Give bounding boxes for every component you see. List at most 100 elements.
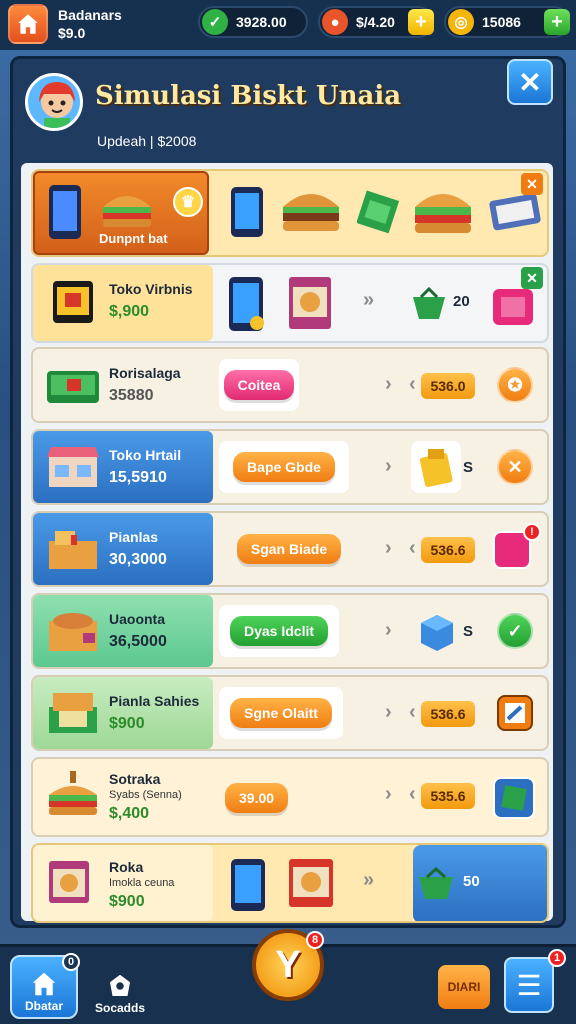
item-card: Uaoonta 36,5000 bbox=[33, 595, 213, 667]
sub-sandwich-icon bbox=[415, 194, 471, 233]
business-list: ♛ Dunpnt bat ✕ Toko Virbnis $,900 » 20 ✕ bbox=[21, 163, 553, 923]
list-item[interactable]: Roka Imokla ceuna $900 » 50 bbox=[31, 843, 549, 923]
top-hud: Badanars $9.0 ✓ 3928.00 ● $/4.20 + ◎ 150… bbox=[0, 0, 576, 50]
item-price: $900 bbox=[109, 893, 145, 910]
resource-cash-value: 3928.00 bbox=[236, 14, 287, 30]
close-icon[interactable]: ✕ bbox=[521, 267, 543, 289]
list-item[interactable]: ♛ Dunpnt bat ✕ bbox=[31, 169, 549, 257]
wrench-icon[interactable] bbox=[497, 695, 533, 731]
collect-button[interactable]: Coitea bbox=[223, 370, 295, 400]
crown-icon: ♛ bbox=[173, 187, 203, 217]
list-item[interactable]: Toko Hrtail 15,5910 Bape Gbde › S ✕ bbox=[31, 429, 549, 505]
list-item[interactable]: Rorisalaga 35880 Coitea › ‹ 536.0 ✪ bbox=[31, 347, 549, 423]
crate-icon[interactable] bbox=[493, 777, 535, 819]
item-card: Roka Imokla ceuna $900 bbox=[33, 845, 213, 921]
chevron-right-icon: › bbox=[385, 619, 392, 641]
home-badge: 0 bbox=[62, 953, 80, 971]
shop-icon bbox=[53, 281, 93, 323]
nav-social-label: Socadds bbox=[94, 1001, 145, 1015]
action-box: Sgan Biade bbox=[219, 523, 359, 575]
chevron-right-icon: » bbox=[363, 289, 375, 311]
resource-coins-value: 15086 bbox=[482, 14, 521, 30]
item-price: $,400 bbox=[109, 805, 150, 822]
chevron-right-icon: › bbox=[385, 783, 392, 805]
sandwich-icon bbox=[103, 196, 151, 227]
cube-icon bbox=[421, 615, 453, 651]
home-icon bbox=[32, 972, 56, 996]
shop-panel: Simulasi Biskt Unaia Updeah | $2008 ✕ ♛ … bbox=[10, 56, 566, 928]
crate-icon bbox=[49, 531, 97, 569]
list-item[interactable]: Pianla Sahies $900 Sgne Olaitt › ‹ 536.6 bbox=[31, 675, 549, 751]
item-card: Toko Virbnis $,900 bbox=[33, 265, 213, 341]
home-icon[interactable] bbox=[8, 4, 48, 44]
player-name: Badanars bbox=[58, 7, 122, 23]
panel-subtitle: Updeah | $2008 bbox=[97, 133, 197, 149]
list-item[interactable]: Sotraka Syabs (Senna) $,400 39.00 › ‹ 53… bbox=[31, 757, 549, 837]
add-energy-button[interactable]: + bbox=[408, 9, 434, 35]
shop-button[interactable]: DIARI bbox=[438, 965, 490, 1009]
close-button[interactable]: ✕ bbox=[507, 59, 553, 105]
nav-home-label: Dbatar bbox=[24, 999, 63, 1013]
upgrade-button[interactable]: Sgan Biade bbox=[236, 534, 342, 564]
upgrade-button[interactable]: Sgne Olaitt bbox=[230, 698, 332, 728]
buy-button[interactable]: Dyas Idclit bbox=[229, 616, 329, 646]
gift-box-icon[interactable] bbox=[491, 283, 535, 327]
item-subtitle: Imokla ceuna bbox=[109, 877, 175, 889]
chevron-right-icon: › bbox=[385, 701, 392, 723]
item-count: 20 bbox=[453, 293, 470, 310]
item-price: $900 bbox=[109, 715, 145, 732]
upgrade-button[interactable]: Bape Gbde bbox=[233, 452, 335, 482]
collect-panel[interactable]: 50 bbox=[413, 845, 547, 921]
item-card: Sotraka Syabs (Senna) $,400 bbox=[33, 759, 213, 835]
cash-stack-icon bbox=[357, 190, 399, 234]
close-icon[interactable]: ✕ bbox=[521, 173, 543, 195]
nav-social[interactable]: Socadds bbox=[86, 955, 154, 1019]
item-name: Sotraka bbox=[109, 771, 161, 787]
menu-icon[interactable]: ☰ bbox=[504, 957, 554, 1013]
menu-badge: 1 bbox=[548, 949, 566, 967]
item-count: S bbox=[463, 623, 474, 640]
price-tag: 536.6 bbox=[421, 701, 475, 727]
cancel-icon[interactable]: ✕ bbox=[497, 449, 533, 485]
product-box-icon bbox=[289, 859, 333, 907]
item-price: 35880 bbox=[109, 387, 154, 404]
item-name: Toko Hrtail bbox=[109, 447, 182, 463]
action-box: Coitea bbox=[219, 359, 299, 411]
item-count: S bbox=[463, 459, 474, 476]
panel-header: Simulasi Biskt Unaia Updeah | $2008 ✕ bbox=[13, 59, 563, 159]
confirm-icon[interactable]: ✓ bbox=[497, 613, 533, 649]
bag-icon bbox=[419, 449, 453, 487]
bread-box-icon bbox=[49, 613, 97, 651]
chevron-left-icon: ‹ bbox=[409, 701, 416, 723]
add-coins-button[interactable]: + bbox=[544, 9, 570, 35]
tablet-icon bbox=[231, 859, 265, 911]
chevron-right-icon: » bbox=[363, 869, 375, 891]
list-item[interactable]: Uaoonta 36,5000 Dyas Idclit › S ✓ bbox=[31, 593, 549, 669]
chevron-right-icon: › bbox=[385, 537, 392, 559]
tablet-icon bbox=[229, 277, 264, 331]
item-name: Toko Virbnis bbox=[109, 281, 193, 297]
pin-icon: ● bbox=[322, 9, 348, 35]
price-button[interactable]: 39.00 bbox=[225, 783, 289, 813]
product-box-icon bbox=[49, 861, 89, 903]
people-icon bbox=[110, 974, 130, 996]
list-item[interactable]: Toko Virbnis $,900 » 20 ✕ bbox=[31, 263, 549, 343]
featured-card[interactable]: ♛ Dunpnt bat bbox=[33, 171, 209, 255]
item-price: 15,5910 bbox=[109, 469, 167, 486]
burger-icon bbox=[283, 194, 339, 231]
notification-badge: ! bbox=[523, 523, 541, 541]
chevron-right-icon: › bbox=[385, 455, 392, 477]
item-name: Pianla Sahies bbox=[109, 693, 200, 709]
list-item[interactable]: Pianlas 30,3000 Sgan Biade › ‹ 536.6 ! bbox=[31, 511, 549, 587]
basket-icon bbox=[413, 287, 445, 319]
item-name: Pianlas bbox=[109, 529, 159, 545]
item-card: Toko Hrtail 15,5910 bbox=[33, 431, 213, 503]
coin-button-icon[interactable]: ✪ bbox=[497, 367, 533, 403]
chevron-left-icon: ‹ bbox=[409, 783, 416, 805]
item-card: Pianla Sahies $900 bbox=[33, 677, 213, 749]
chevron-left-icon: ‹ bbox=[409, 537, 416, 559]
chevron-left-icon: ‹ bbox=[409, 373, 416, 395]
price-tag: 535.6 bbox=[421, 783, 475, 809]
item-price: $,900 bbox=[109, 303, 150, 320]
phone-icon bbox=[49, 185, 81, 239]
